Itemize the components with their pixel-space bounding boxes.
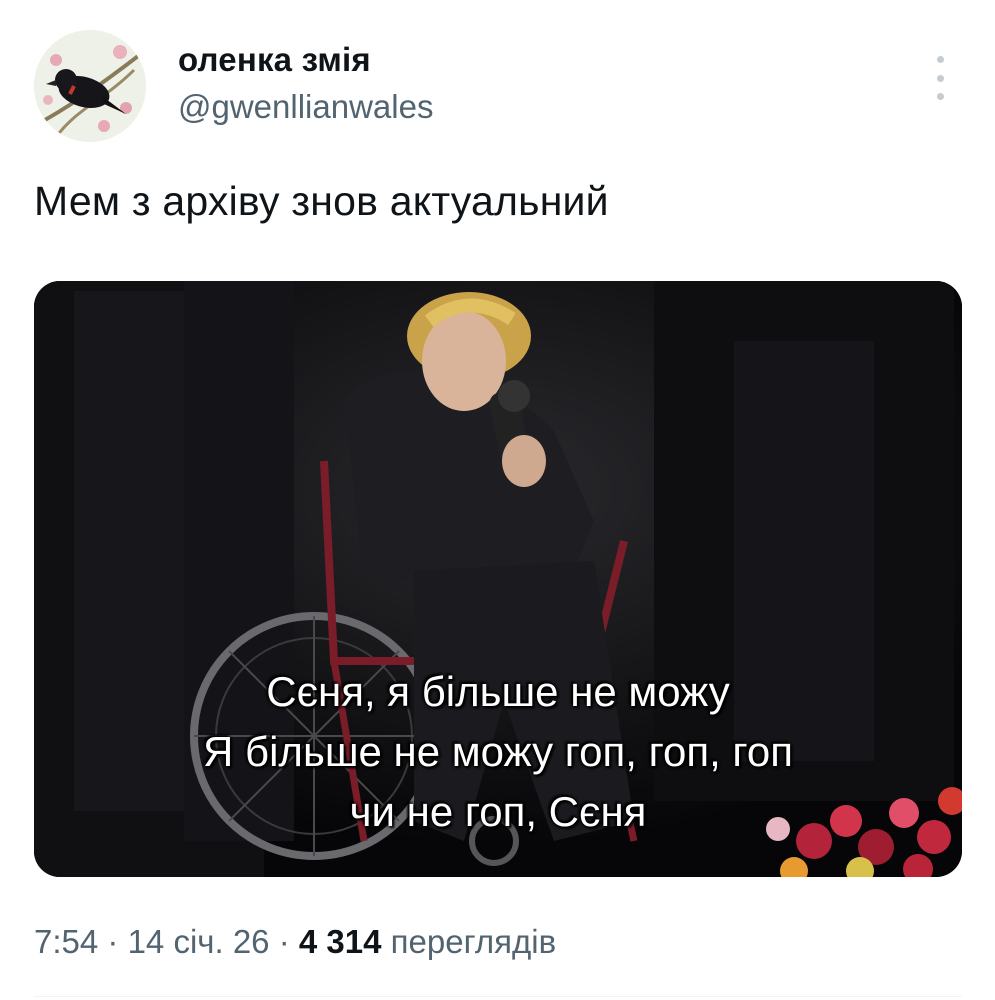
- author-block: оленка змія @gwenllianwales: [178, 40, 433, 128]
- avatar[interactable]: [34, 30, 146, 142]
- tweet-media-image[interactable]: Сєня, я більше не можу Я більше не можу …: [34, 281, 962, 877]
- tweet-text: Мем з архіву знов актуальний: [34, 178, 609, 224]
- meta-separator: ·: [278, 923, 290, 960]
- more-dot: [936, 74, 944, 82]
- tweet-time[interactable]: 7:54: [34, 923, 98, 960]
- views-label: переглядів: [390, 923, 557, 960]
- meme-caption-line-1: Сєня, я більше не можу: [266, 668, 730, 715]
- divider: [34, 996, 962, 997]
- meme-caption-line-2: Я більше не можу гоп, гоп, гоп: [203, 728, 793, 775]
- views-count: 4 314: [298, 923, 382, 960]
- more-vertical-icon[interactable]: [926, 56, 954, 100]
- tweet: оленка змія @gwenllianwales Мем з архіву…: [0, 0, 995, 1000]
- tweet-date[interactable]: 14 січ. 26: [128, 923, 270, 960]
- meta-separator: ·: [107, 923, 119, 960]
- author-display-name[interactable]: оленка змія: [178, 40, 433, 80]
- meme-caption-line-3: чи не гоп, Сєня: [349, 788, 647, 835]
- more-dot: [936, 56, 944, 63]
- more-dot: [936, 93, 944, 100]
- crow-avatar-icon: [34, 30, 146, 142]
- tweet-meta: 7:54 · 14 січ. 26 · 4 314 переглядів: [34, 922, 556, 962]
- author-handle[interactable]: @gwenllianwales: [178, 86, 433, 128]
